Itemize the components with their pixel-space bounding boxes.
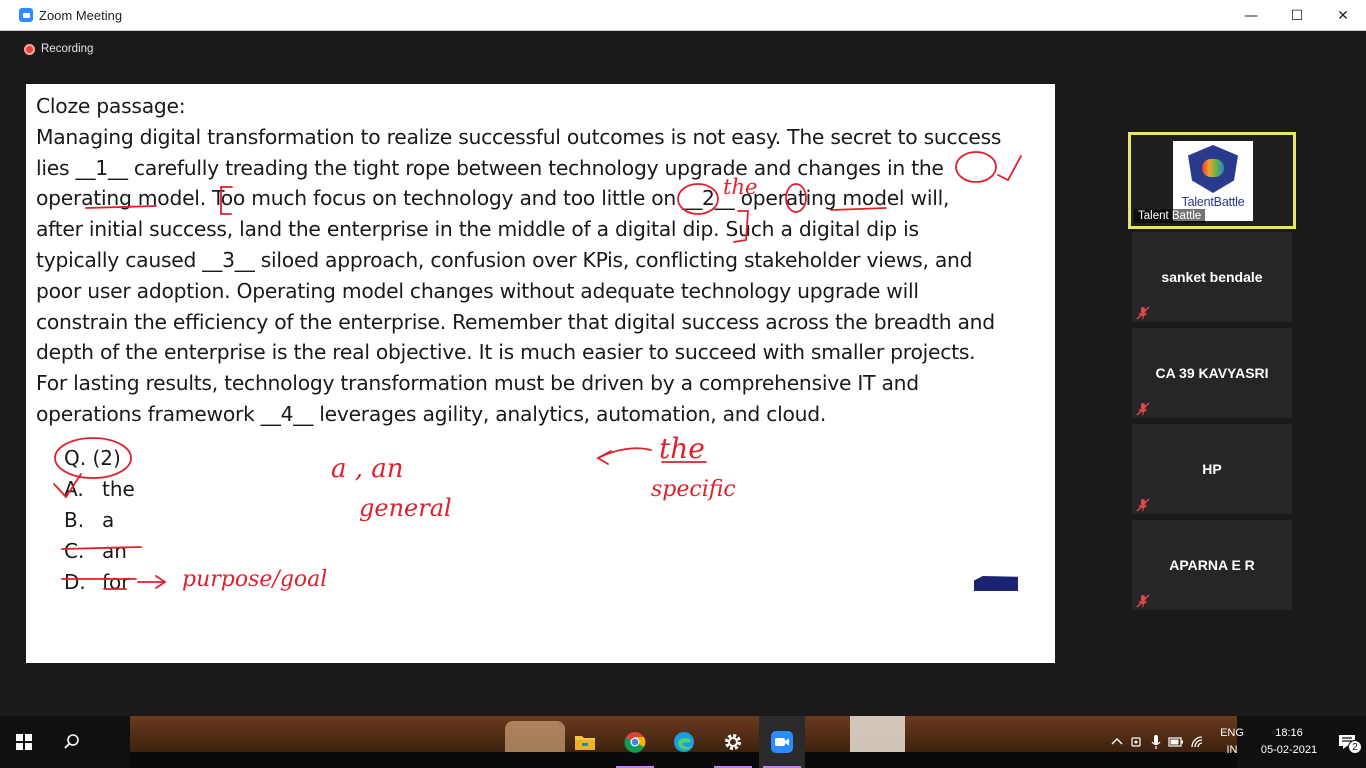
search-button[interactable] <box>48 716 96 768</box>
system-tray: ENG IN 18:16 05-02-2021 2 <box>1110 716 1366 768</box>
participant-tile-active[interactable]: TalentBattle Talent Battle <box>1128 132 1296 229</box>
close-button[interactable]: ✕ <box>1320 0 1366 31</box>
passage-line: depth of the enterprise is the real obje… <box>36 340 976 365</box>
passage-line: operating model. Too much focus on techn… <box>36 186 950 211</box>
question-label: Q. (2) <box>64 446 121 470</box>
participant-name: HP <box>1202 461 1222 477</box>
participant-tile[interactable]: sanket bendale <box>1132 232 1292 322</box>
action-center-button[interactable]: 2 <box>1328 734 1366 754</box>
clock-time: 18:16 <box>1275 727 1303 739</box>
mic-muted-icon <box>1136 498 1150 512</box>
passage-heading: Cloze passage: <box>36 94 186 118</box>
participant-tile[interactable]: APARNA E R <box>1132 520 1292 610</box>
input-language[interactable]: ENG IN <box>1214 725 1250 759</box>
option-d: D. for <box>64 570 130 594</box>
shared-screen: Cloze passage: Managing digital transfor… <box>26 84 1055 663</box>
participant-name: sanket bendale <box>1161 269 1263 285</box>
taskbar-zoom[interactable] <box>759 716 805 768</box>
clock[interactable]: 18:16 05-02-2021 <box>1250 725 1328 759</box>
recording-indicator[interactable]: Recording <box>24 43 93 55</box>
mic-muted-icon <box>1136 594 1150 608</box>
passage-text: Cloze passage: Managing digital transfor… <box>36 91 1046 430</box>
taskbar-settings[interactable] <box>710 716 756 768</box>
recording-icon <box>24 43 35 55</box>
taskbar-edge[interactable] <box>661 716 707 768</box>
zoom-app-icon <box>19 8 33 22</box>
window-title: Zoom Meeting <box>39 7 123 23</box>
ink-general: general <box>359 494 452 522</box>
ink-specific: specific <box>651 477 736 502</box>
passage-line: Managing digital transformation to reali… <box>36 124 1002 149</box>
ink-a-an: a , an <box>331 454 404 484</box>
webcam-icon[interactable] <box>1130 735 1144 749</box>
wifi-icon[interactable] <box>1190 735 1206 749</box>
window-controls: — ☐ ✕ <box>1228 0 1366 31</box>
passage-line: operations framework __4__ leverages agi… <box>36 401 827 426</box>
title-bar: Zoom Meeting — ☐ ✕ <box>0 0 1366 31</box>
minimize-button[interactable]: — <box>1228 0 1274 31</box>
passage-line: poor user adoption. Operating model chan… <box>36 278 919 303</box>
gear-icon <box>725 734 741 750</box>
chevron-up-icon[interactable] <box>1110 735 1124 749</box>
logo-wordmark: TalentBattle <box>1181 195 1245 209</box>
shield-brain-icon <box>1188 145 1238 193</box>
microphone-icon[interactable] <box>1150 734 1162 750</box>
ink-purpose-goal: purpose/goal <box>182 567 327 592</box>
passage-line: constrain the efficiency of the enterpri… <box>36 309 995 334</box>
clock-date: 05-02-2021 <box>1260 744 1318 756</box>
taskbar-file-explorer[interactable] <box>562 716 608 768</box>
participant-name: APARNA E R <box>1169 557 1255 573</box>
chrome-icon <box>624 732 646 753</box>
search-icon <box>64 734 79 749</box>
taskbar: ENG IN 18:16 05-02-2021 2 <box>0 716 1366 768</box>
windows-icon <box>16 734 32 750</box>
folder-icon <box>575 736 595 750</box>
start-button[interactable] <box>0 716 48 768</box>
passage-line: typically caused __3__ siloed approach, … <box>36 247 973 272</box>
slide-logo-mark <box>974 576 1018 591</box>
participant-tile[interactable]: CA 39 KAVYASRI <box>1132 328 1292 418</box>
participant-tile[interactable]: HP <box>1132 424 1292 514</box>
passage-line: lies __1__ carefully treading the tight … <box>36 155 944 180</box>
edge-icon <box>674 732 694 752</box>
participant-name: CA 39 KAVYASRI <box>1155 365 1269 381</box>
maximize-button[interactable]: ☐ <box>1274 0 1320 31</box>
option-a: A. the <box>64 477 135 501</box>
taskbar-chrome[interactable] <box>612 716 658 768</box>
notification-count: 2 <box>1348 740 1362 754</box>
question-options: Q. (2) A. the B. a C. an D. for <box>64 443 135 598</box>
ink-the: the <box>659 432 705 465</box>
mic-muted-icon <box>1136 306 1150 320</box>
recording-label: Recording <box>41 43 94 55</box>
meeting-area: Recording Cloze passage: Managing digita… <box>0 31 1366 716</box>
mic-muted-icon <box>1136 402 1150 416</box>
option-b: B. a <box>64 508 115 532</box>
participant-name: Talent Battle <box>1134 209 1206 223</box>
passage-line: after initial success, land the enterpri… <box>36 217 919 242</box>
passage-line: For lasting results, technology transfor… <box>36 371 919 396</box>
option-c: C. an <box>64 539 127 563</box>
zoom-icon <box>771 731 793 753</box>
battery-icon[interactable] <box>1168 736 1184 748</box>
